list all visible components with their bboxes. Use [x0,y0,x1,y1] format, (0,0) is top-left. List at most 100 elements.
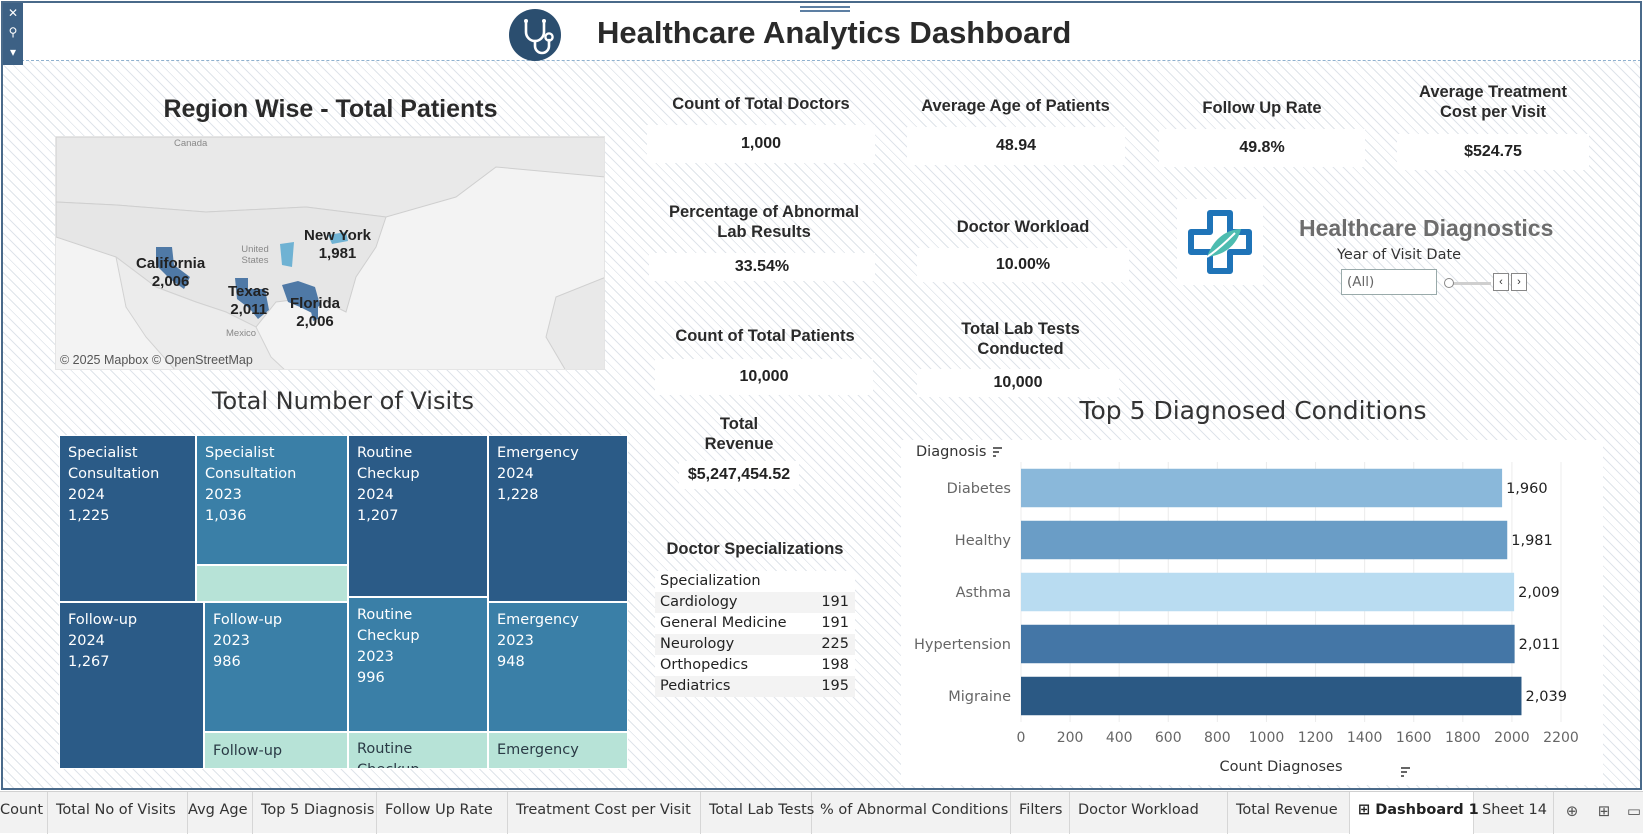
tab-total-revenue[interactable]: Total Revenue [1228,792,1350,834]
tab-treatment-cost-per-visit[interactable]: Treatment Cost per Visit [508,792,701,834]
table-row[interactable]: Cardiology 191 [655,592,855,613]
filter-label: Year of Visit Date [1337,247,1462,263]
tab-total-lab-tests[interactable]: Total Lab Tests [701,792,815,834]
sheet-tab-bar: Count Total No of Visits Avg Age Top 5 Diag… [0,791,1643,834]
treemap-tile-followup-2024[interactable]: Follow-up 2024 1,267 [59,602,204,769]
chevron-down-icon[interactable]: ▾ [3,45,23,59]
kpi-avg-age-label: Average Age of Patients [921,97,1110,115]
map-credit: © 2025 Mapbox © OpenStreetMap [60,353,253,367]
tab-label: Total Lab Tests [709,802,815,818]
tab-doctor-workload[interactable]: Doctor Workload [1070,792,1228,834]
kpi-labtests-value: 10,000 [917,369,1119,397]
tab-of-abnormal-conditions[interactable]: % of Abnormal Conditions [812,792,1011,834]
map-label-texas: Texas 2,011 [228,283,270,318]
map-title: Region Wise - Total Patients [163,95,498,123]
tab-label: Doctor Workload [1078,802,1199,818]
treemap-tile-emergency-other[interactable]: Emergency [488,732,628,769]
x-tick-label: 2000 [1494,730,1530,746]
kpi-abnormal-label: Percentage of Abnormal Lab Results [668,203,860,241]
tab-filters[interactable]: Filters [1011,792,1070,834]
table-row[interactable]: Orthopedics 198 [655,655,855,676]
tab-total-no-of-visits[interactable]: Total No of Visits [48,792,188,834]
tab-count[interactable]: Count [0,792,48,834]
y-tick-label: Migraine [948,689,1011,705]
new-story-icon[interactable]: ▭ [1624,801,1643,821]
kpi-revenue-label: Total Revenue [704,415,774,453]
tab-follow-up-rate[interactable]: Follow Up Rate [377,792,508,834]
year-filter-input[interactable]: (All) [1341,269,1437,295]
bar-migraine [1021,676,1522,716]
diagnoses-bar-chart[interactable]: 0 200 400 600 800 1000 1200 1400 1600 1800 2000 220… [901,440,1603,785]
table-row[interactable]: Pediatrics 195 [655,676,855,697]
tab-label: % of Abnormal Conditions [820,802,1009,818]
table-header: Specialization [660,573,761,589]
new-dashboard-icon[interactable]: ⊞ [1594,801,1614,821]
treemap-tile-routine-2023[interactable]: Routine Checkup 2023 996 [348,597,488,732]
pin-icon[interactable]: ⚲ [3,25,23,39]
table-row[interactable]: Neurology 225 [655,634,855,655]
map-label-california: California 2,006 [136,255,206,290]
treemap-tile-followup-2023[interactable]: Follow-up 2023 986 [204,602,348,732]
y-tick-label: Asthma [956,585,1011,601]
specializations-table[interactable]: Specialization Cardiology 191 General Med… [655,571,855,697]
sort-icon [1401,767,1410,777]
bar-healthy [1021,520,1508,560]
tab-avg-age[interactable]: Avg Age [180,792,253,834]
close-icon[interactable]: ✕ [3,6,23,20]
year-filter-slider[interactable] [1443,276,1493,288]
tab-label: Dashboard 1 [1375,802,1479,818]
x-tick-label: 2200 [1543,730,1579,746]
kpi-abnormal-value: 33.54% [649,253,875,281]
medical-cross-logo-icon [1177,199,1263,285]
kpi-follow-up-label: Follow Up Rate [1202,99,1322,117]
x-tick-label: 1800 [1445,730,1481,746]
y-tick-label: Hypertension [914,637,1011,653]
treemap-tile-specialist-2024[interactable]: Specialist Consultation 2024 1,225 [59,435,196,602]
tab-sheet-14[interactable]: Sheet 14 [1474,792,1554,834]
kpi-follow-up-value: 49.8% [1159,129,1365,167]
tab-label: Sheet 14 [1482,802,1547,818]
y-tick-label: Diabetes [947,481,1011,497]
tab-label: Filters [1019,802,1063,818]
visits-treemap[interactable]: Specialist Consultation 2024 1,225 Speciali… [59,435,628,769]
diagnostics-title: Healthcare Diagnostics [1299,215,1554,241]
object-controls: ✕ ⚲ ▾ [3,3,23,65]
treemap-tile-followup-other[interactable]: Follow-up [204,732,348,769]
bar-value-label: 1,981 [1511,533,1553,549]
sort-icon [993,447,1002,457]
tab-label: Top 5 Diagnosis [261,802,375,818]
bar-value-label: 2,039 [1525,689,1567,705]
region-map[interactable]: Canada United States Mexico California 2,… [55,136,605,370]
kpi-revenue-value: $5,247,454.52 [679,461,799,489]
x-tick-label: 0 [1017,730,1026,746]
dashboard-canvas: Healthcare Analytics Dashboard ✕ ⚲ ▾ Reg… [1,1,1642,790]
kpi-avg-cost-value: $524.75 [1397,134,1589,170]
tab-label: Treatment Cost per Visit [516,802,691,818]
chart-svg: 0 200 400 600 800 1000 1200 1400 1600 1800 2000 220… [914,444,1579,777]
kpi-workload-label: Doctor Workload [956,218,1090,236]
chevron-right-icon[interactable]: › [1511,273,1527,291]
kpi-labtests-label: Total Lab Tests Conducted [961,320,1080,358]
tab-top-5-diagnosis[interactable]: Top 5 Diagnosis [253,792,377,834]
tab-label: Total No of Visits [56,802,176,818]
new-worksheet-icon[interactable]: ⊕ [1562,801,1582,821]
visits-title: Total Number of Visits [211,387,475,415]
tab-label: Total Revenue [1236,802,1338,818]
treemap-tile-routine-other[interactable]: Routine Checkup [348,732,488,769]
drag-handle[interactable] [800,6,850,12]
treemap-tile-specialist-2023[interactable]: Specialist Consultation 2023 1,036 [196,435,348,565]
treemap-tile-emergency-2024[interactable]: Emergency 2024 1,228 [488,435,628,602]
table-row[interactable]: General Medicine 191 [655,613,855,634]
country-label-canada: Canada [174,138,208,149]
tab-label: Count [0,802,44,818]
x-tick-label: 400 [1106,730,1133,746]
x-tick-label: 1000 [1249,730,1285,746]
treemap-tile-emergency-2023[interactable]: Emergency 2023 948 [488,602,628,732]
bar-asthma [1021,572,1515,612]
treemap-tile-routine-2024[interactable]: Routine Checkup 2024 1,207 [348,435,488,597]
x-tick-label: 1400 [1347,730,1383,746]
tab-dashboard-1[interactable]: ⊞ Dashboard 1 [1350,792,1479,834]
treemap-tile-specialist-other[interactable] [196,565,348,602]
chevron-left-icon[interactable]: ‹ [1493,273,1509,291]
x-axis-title: Count Diagnoses [1219,759,1342,775]
